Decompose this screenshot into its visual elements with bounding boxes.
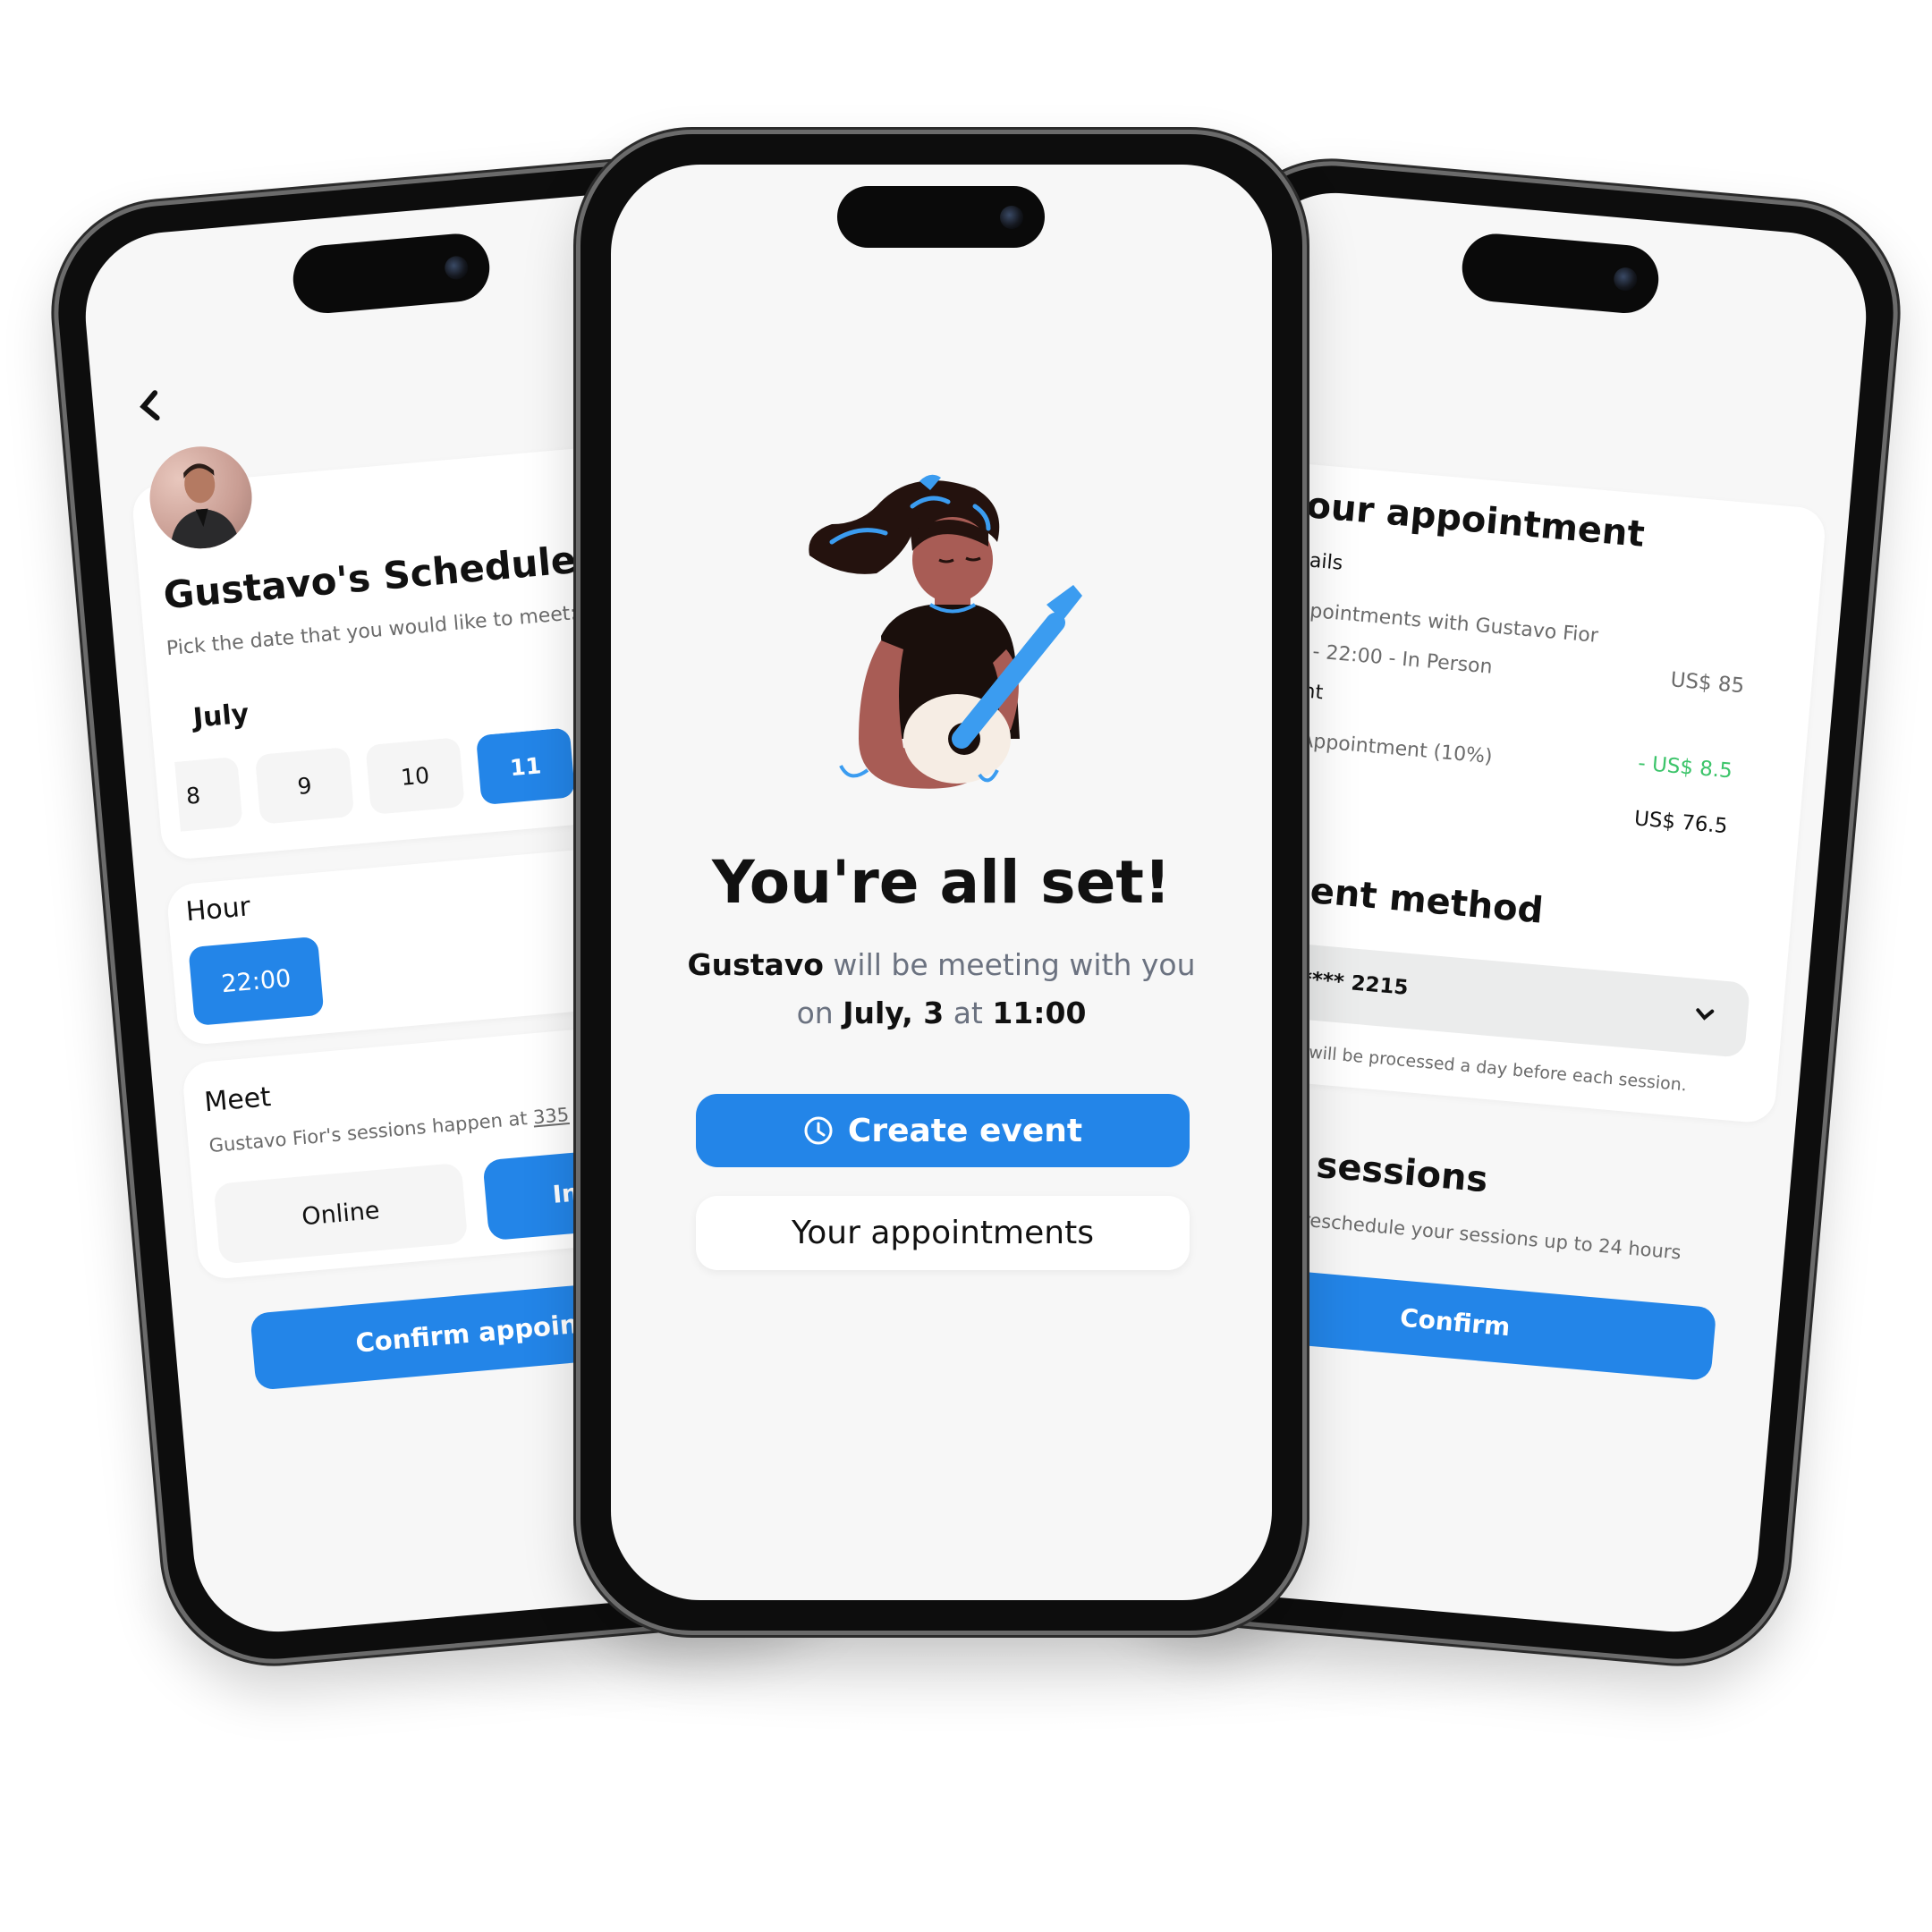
back-button[interactable]: [135, 387, 164, 434]
camera-icon: [444, 255, 470, 281]
meeting-date: July, 3: [843, 996, 945, 1030]
hour-label: Hour: [184, 891, 252, 928]
card-value: **** 2215: [1300, 967, 1410, 1000]
center-phone: You're all set! Gustavo will be meeting …: [576, 130, 1307, 1635]
camera-icon: [1613, 267, 1639, 292]
your-appointments-button[interactable]: Your appointments: [696, 1196, 1190, 1270]
details-label: tails: [1301, 548, 1344, 575]
create-event-button[interactable]: Create event: [696, 1094, 1190, 1167]
sessions-note: cel or reschedule your sessions up to 24…: [1243, 1204, 1682, 1264]
camera-icon: [1000, 206, 1023, 229]
meeting-time: 11:00: [992, 996, 1087, 1030]
address-link[interactable]: 335: [532, 1104, 570, 1128]
dynamic-island: [290, 231, 493, 317]
meeting-line-2: on July, 3 at 11:00: [796, 996, 1087, 1030]
clock-icon: [804, 1116, 833, 1145]
dynamic-island: [1459, 231, 1662, 317]
hour-chip[interactable]: 22:00: [188, 936, 325, 1027]
meeting-line-1: Gustavo will be meeting with you: [687, 947, 1196, 982]
dynamic-island: [837, 186, 1045, 248]
center-screen: You're all set! Gustavo will be meeting …: [611, 165, 1272, 1600]
date-chip-11[interactable]: 11: [475, 727, 576, 806]
month-label: July: [191, 698, 250, 734]
chevron-down-icon: [1696, 1008, 1715, 1021]
meet-label: Meet: [203, 1081, 273, 1119]
success-title: You're all set!: [711, 848, 1171, 917]
host-name: Gustavo: [687, 947, 824, 982]
date-chip-8[interactable]: 8: [174, 756, 243, 834]
chevron-left-icon: [140, 390, 160, 421]
date-chip-9[interactable]: 9: [254, 746, 355, 825]
woman-with-ukulele-illustration: [809, 474, 1082, 789]
date-chip-10[interactable]: 10: [365, 737, 465, 815]
